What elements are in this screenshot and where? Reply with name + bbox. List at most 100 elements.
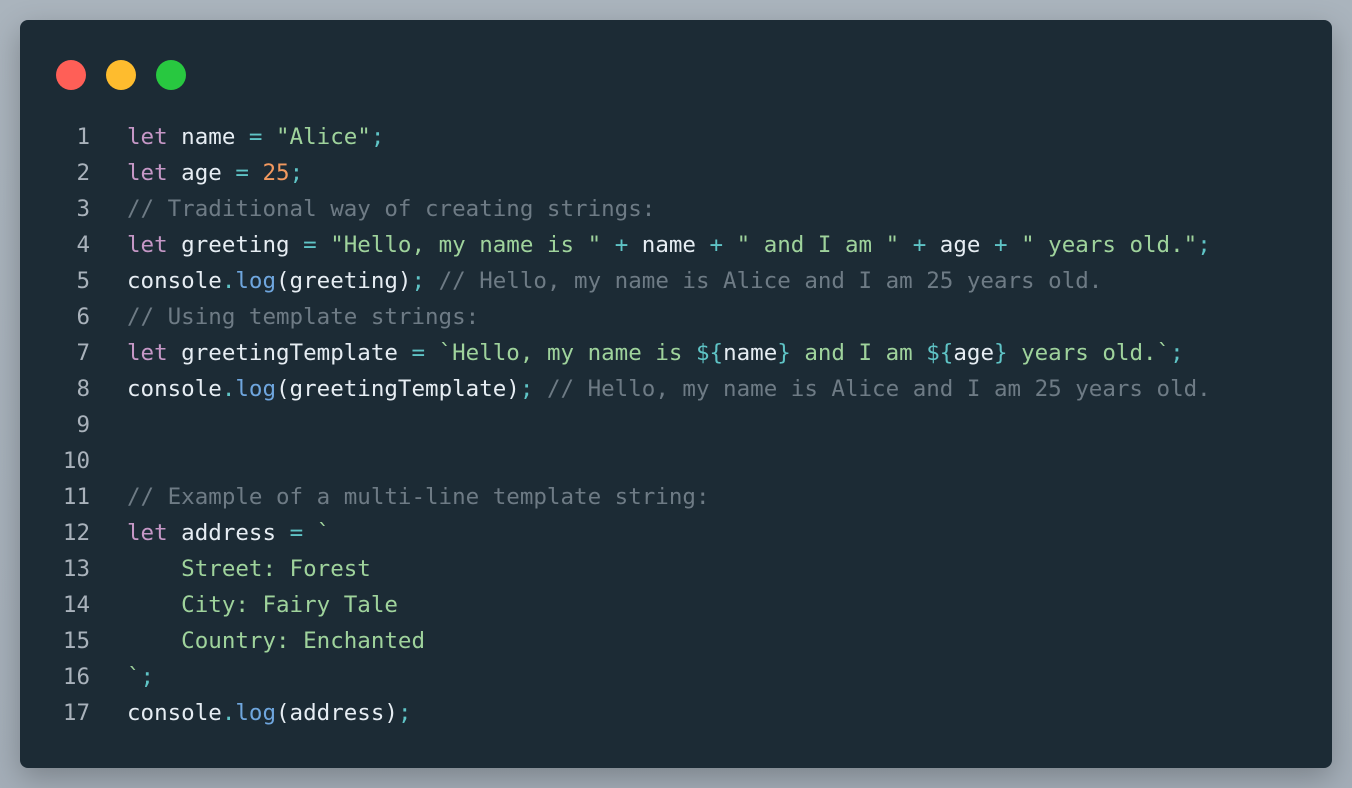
line-number: 2 [76,160,90,186]
line-number: 7 [76,340,90,366]
code-line: 14 City: Fairy Tale [20,587,1332,623]
code-token: let [127,124,168,150]
line-number: 4 [76,232,90,258]
code-line: 7 let greetingTemplate = `Hello, my name … [20,335,1332,371]
code-token: age [926,232,994,258]
code-line: 3 // Traditional way of creating strings: [20,191,1332,227]
code-token: ; [1197,232,1211,258]
code-token: ` [316,520,331,546]
line-number: 3 [76,196,90,222]
code-token: " and I am " [736,232,900,258]
line-number: 16 [62,664,90,690]
code-token: greeting [167,232,304,258]
code-token: "Hello, my name is " [330,232,602,258]
code-token: ; [140,664,155,690]
code-token: // Hello, my name is Alice and I am 25 y… [438,268,1103,294]
code-token: // Example of a multi-line template stri… [127,484,710,510]
close-button[interactable] [56,60,86,90]
code-token: ` [127,664,141,690]
code-token: // Hello, my name is Alice and I am 25 y… [546,376,1211,402]
code-token: = [235,160,249,186]
code-token: ; [519,376,534,402]
code-token: log [235,376,277,402]
line-source: // Example of a multi-line template stri… [127,484,709,510]
line-source: City: Fairy Tale [127,592,398,618]
code-token: = [411,340,426,366]
code-token: name [167,124,249,150]
code-token: Country: Enchanted [127,628,426,654]
code-line: 15 Country: Enchanted [20,623,1332,659]
window-controls [56,60,186,90]
code-token: console [127,700,222,726]
code-line: 4 let greeting = "Hello, my name is " + n… [20,227,1332,263]
code-line: 2 let age = 25; [20,155,1332,191]
code-token: ; [370,124,385,150]
code-token: 25 [262,160,290,186]
code-token: ; [289,160,304,186]
code-token: "Alice" [276,124,371,150]
code-line: 12 let address = ` [20,515,1332,551]
line-source: let address = ` [127,520,330,546]
code-line: 5 console.log(greeting); // Hello, my nam… [20,263,1332,299]
code-token: } [777,340,791,366]
code-token: ; [1170,340,1184,366]
code-token: let [127,520,168,546]
code-token: (greeting) [276,268,412,294]
line-number: 15 [62,628,90,654]
line-number: 13 [62,556,90,582]
line-source: Country: Enchanted [127,628,425,654]
minimize-button[interactable] [106,60,136,90]
line-number: 14 [62,592,90,618]
code-token: greetingTemplate [167,340,412,366]
line-source: console.log(greeting); // Hello, my name… [127,268,1102,294]
code-token: . [221,700,236,726]
code-token: ; [397,700,412,726]
code-line: 16 `; [20,659,1332,695]
line-number: 6 [76,304,90,330]
line-source: `; [127,664,154,690]
code-token: + [614,232,629,258]
code-token: address [167,520,290,546]
code-line: 17 console.log(address); [20,695,1332,731]
code-token: console [127,268,222,294]
code-token: log [235,700,277,726]
line-number: 8 [76,376,90,402]
line-source: // Traditional way of creating strings: [127,196,655,222]
code-token: ; [411,268,426,294]
line-number: 10 [62,448,90,474]
code-token: age [167,160,236,186]
code-token: (address) [276,700,398,726]
code-token: City: Fairy Tale [127,592,398,618]
code-token: = [303,232,317,258]
code-token: `Hello, my name is [438,340,696,366]
code-line: 10 [20,443,1332,479]
line-number: 12 [62,520,90,546]
line-source: let name = "Alice"; [127,124,384,150]
line-number: 11 [62,484,90,510]
code-token: = [289,520,304,546]
line-number: 17 [62,700,90,726]
code-token: // Using template strings: [127,304,480,330]
code-token: ${ [926,340,954,366]
code-token: and I am [790,340,927,366]
code-token: Street: Forest [127,556,371,582]
code-token: + [912,232,927,258]
code-token: age [953,340,994,366]
line-number: 9 [76,412,90,438]
code-token: // Traditional way of creating strings: [127,196,656,222]
code-token: name [723,340,778,366]
maximize-button[interactable] [156,60,186,90]
code-line: 6 // Using template strings: [20,299,1332,335]
code-token: = [248,124,263,150]
line-source: console.log(greetingTemplate); // Hello,… [127,376,1211,402]
